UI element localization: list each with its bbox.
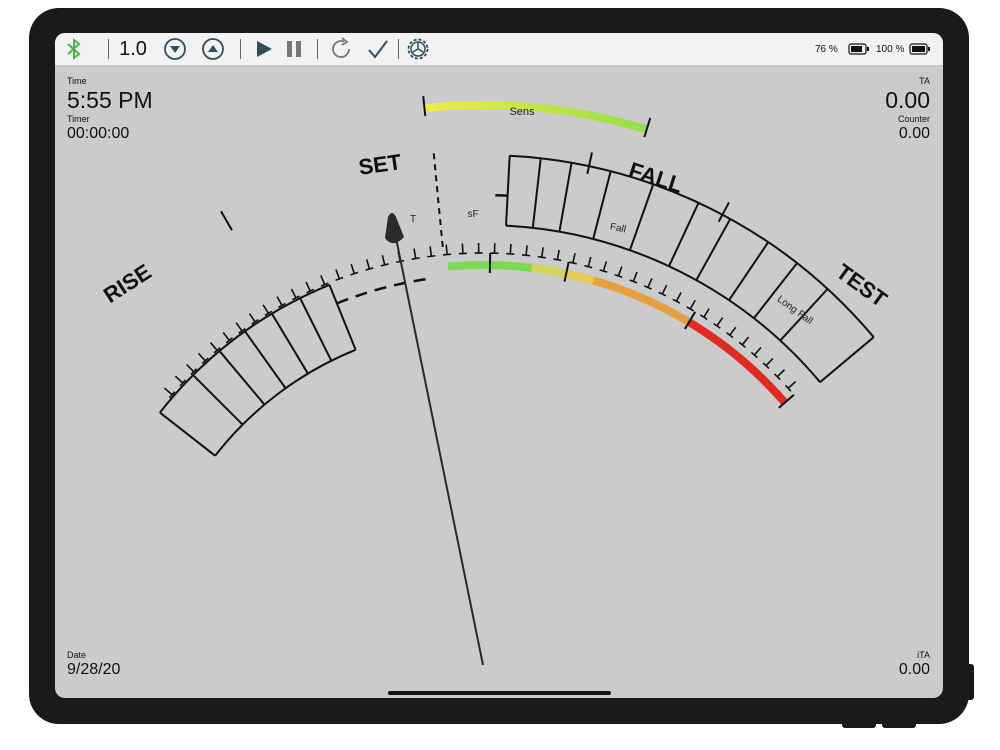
scale-tick	[365, 259, 371, 270]
scale-tick	[445, 244, 448, 255]
scale-tick	[703, 308, 710, 318]
scale-tick	[741, 336, 750, 346]
scale-tick-base	[537, 255, 546, 259]
fall-box-divider	[505, 155, 511, 226]
scale-tick	[197, 352, 206, 362]
scale-tick	[429, 246, 433, 257]
scale-tick	[540, 247, 544, 258]
test-label: TEST	[832, 259, 893, 313]
scale-tick	[556, 249, 560, 260]
scale-tick	[776, 369, 786, 378]
scale-tick	[689, 299, 696, 310]
rise-box-divider	[192, 374, 244, 426]
scale-tick	[248, 313, 256, 323]
rise-set-connector	[336, 277, 429, 305]
scale-tick	[632, 271, 638, 282]
scale-tick	[647, 277, 653, 288]
scale-tick	[276, 296, 283, 306]
scale-tick-base	[553, 258, 562, 262]
scale-tick	[617, 266, 623, 277]
scale-tick	[163, 387, 173, 396]
scale-tick	[602, 261, 608, 272]
scale-tick	[787, 380, 797, 389]
meter-needle[interactable]	[385, 213, 484, 666]
fall-box-divider	[819, 336, 875, 383]
scale-tick	[525, 245, 528, 256]
t-band	[447, 261, 491, 271]
scale-tick-base	[427, 254, 436, 258]
fall-box-divider	[592, 170, 612, 240]
scale-tick	[661, 284, 668, 295]
app-screen: 1.0 76 % 100 % Time 5:55 PM Timer 00:00:…	[55, 33, 943, 698]
meter-scale	[159, 96, 875, 457]
scale-tick-base	[584, 264, 593, 269]
bottom-button	[842, 722, 876, 728]
rise-box-arcs	[159, 283, 356, 457]
sens-band	[424, 101, 648, 134]
rise-box-divider	[299, 297, 333, 362]
scale-tick-base	[522, 254, 531, 257]
t-band-label: T	[410, 214, 416, 225]
scale-tick-base	[443, 253, 452, 256]
scale-tick-base	[380, 263, 389, 267]
rise-outer-tick	[220, 210, 233, 231]
fall-band-label: Fall	[609, 221, 627, 235]
scale-tick-base	[568, 261, 577, 265]
scale-tick	[305, 281, 311, 292]
rise-box-divider	[270, 313, 309, 375]
scale-tick	[381, 254, 386, 266]
scale-tick	[210, 342, 218, 351]
rise-box-divider	[159, 411, 216, 457]
long-fall-band	[686, 318, 788, 406]
scale-tick-base	[699, 314, 708, 320]
scale-tick	[350, 263, 356, 274]
scale-tick	[729, 326, 737, 336]
scale-tick	[235, 322, 243, 332]
scale-tick	[753, 346, 762, 356]
sf-fall-transition	[531, 264, 595, 285]
home-indicator[interactable]	[388, 691, 611, 695]
sf-band-label: sF	[467, 209, 478, 220]
set-label: SET	[357, 149, 403, 180]
scale-tick-base	[713, 322, 721, 329]
bottom-button-2	[882, 722, 916, 728]
scale-tick	[509, 243, 512, 254]
meter-dial: SET RISE FALL TEST Sens T sF Fall Long F…	[99, 96, 893, 666]
set-mark: SET	[357, 149, 403, 180]
rise-box-divider	[218, 350, 266, 406]
side-button	[967, 664, 974, 700]
scale-tick	[675, 292, 682, 302]
fall-box-divider	[531, 158, 542, 228]
sens-band-label: Sens	[509, 106, 535, 118]
rise-box-divider	[244, 330, 287, 389]
fall-box-divider	[628, 183, 655, 251]
fall-box-divider	[728, 241, 770, 301]
scale-tick	[335, 269, 341, 280]
scale-tick-base	[411, 257, 420, 260]
fall-label: FALL	[626, 157, 686, 198]
sens-band-start-mark	[422, 96, 427, 117]
fall-box-divider	[695, 218, 732, 281]
scale-tick	[572, 252, 576, 264]
scale-tick	[290, 288, 297, 299]
fall-box-divider	[558, 162, 573, 232]
scale-tick-base	[365, 267, 374, 271]
scale-tick	[765, 357, 774, 367]
scale-tick-base	[506, 252, 515, 255]
rise-box-divider	[328, 284, 357, 351]
set-marker-line	[432, 152, 444, 248]
scale-tick	[587, 256, 592, 267]
scale-tick	[222, 331, 230, 341]
rise-label: RISE	[99, 259, 156, 308]
test-outer-tick	[717, 201, 730, 223]
fall-box-divider	[668, 202, 700, 267]
scale-tick	[320, 275, 326, 285]
scale-tick	[262, 304, 270, 314]
scale-tick-base	[599, 269, 608, 273]
scale-tick	[186, 363, 195, 373]
scale-tick	[413, 248, 417, 259]
scale-tick	[716, 317, 724, 327]
scale-tick	[174, 375, 184, 384]
fall-outer-tick	[586, 152, 593, 175]
